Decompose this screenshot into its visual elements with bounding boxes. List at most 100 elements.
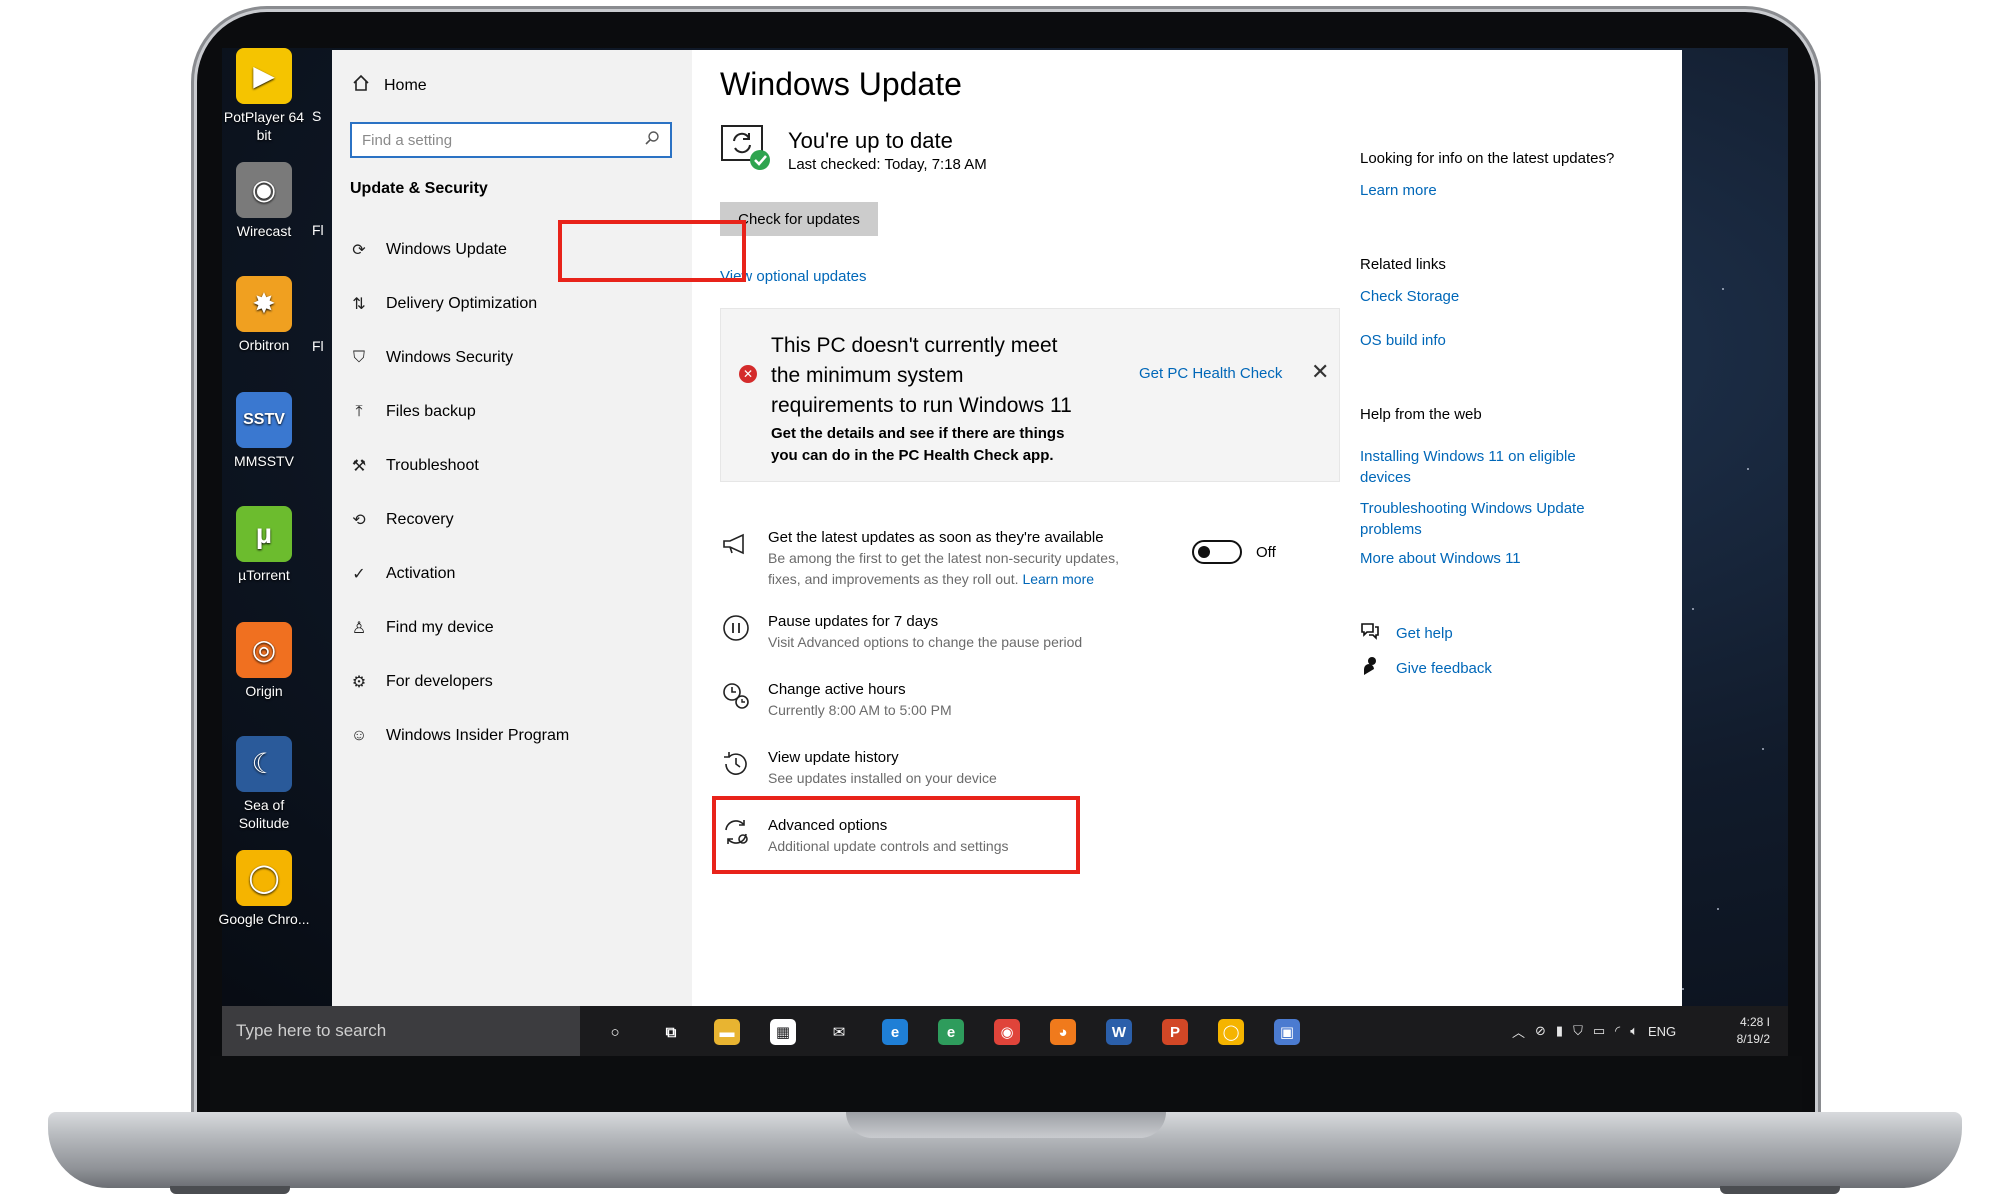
desktop-icon-label: µTorrent	[238, 567, 290, 583]
sidebar-item-windows-update[interactable]: ⟳ Windows Update	[350, 230, 507, 270]
option-pause-updates-for-7-days[interactable]: Pause updates for 7 days Visit Advanced o…	[720, 612, 1228, 653]
person-icon: ♙	[351, 620, 367, 637]
desktop-icon[interactable]: SSTV MMSSTV	[218, 392, 310, 470]
toggle-track[interactable]	[1192, 540, 1242, 564]
desktop-icon[interactable]: ◉ Wirecast	[218, 162, 310, 240]
file-explorer-icon[interactable]: ▬	[714, 1019, 740, 1045]
highlight-box-advanced-options	[712, 796, 1080, 874]
laptop-foot-right	[1720, 1186, 1840, 1194]
pause-icon	[720, 612, 752, 644]
give-feedback-row[interactable]: Give feedback	[1360, 656, 1492, 681]
desktop-icon[interactable]: ✸ Orbitron	[218, 276, 310, 354]
option-learn-more-link[interactable]: Learn more	[1022, 571, 1094, 587]
nav-home[interactable]: Home	[352, 74, 427, 97]
option-change-active-hours[interactable]: Change active hours Currently 8:00 AM to …	[720, 680, 1228, 721]
chrome-icon[interactable]: ◉	[994, 1019, 1020, 1045]
nav-home-label: Home	[384, 76, 427, 94]
get-pc-health-check-link[interactable]: Get PC Health Check	[1139, 365, 1282, 382]
sidebar-item-troubleshoot[interactable]: ⚒ Troubleshoot	[350, 446, 479, 486]
battery-icon[interactable]: ▭	[1593, 1023, 1605, 1039]
delivery-icon: ⇅	[352, 296, 366, 313]
desktop-icon-label: Orbitron	[238, 337, 290, 353]
cortana-icon[interactable]: ○	[602, 1019, 628, 1045]
option-title: Change active hours	[768, 681, 906, 698]
laptop-chin	[210, 1056, 1802, 1112]
taskbar-clock[interactable]: 4:28 I 8/19/2	[1737, 1014, 1770, 1048]
desktop-icon[interactable]: µ µTorrent	[218, 506, 310, 584]
highlight-box-windows-update	[558, 220, 746, 282]
option-title: View update history	[768, 749, 899, 766]
os-build-info-link[interactable]: OS build info	[1360, 330, 1630, 351]
sidebar-item-label: Recovery	[386, 511, 454, 528]
powerpoint-icon[interactable]: P	[1162, 1019, 1188, 1045]
check-storage-link[interactable]: Check Storage	[1360, 286, 1630, 307]
sidebar-item-label: Files backup	[386, 403, 476, 420]
get-help-link[interactable]: Get help	[1396, 625, 1453, 642]
taskbar: Type here to search ○ ⧉ ▬ ▦ ✉ e e ◉ ◕ W P ◯ ▣ ︿ ⊘ ▮ …	[222, 1006, 1788, 1056]
remote-desktop-icon[interactable]: ▣	[1274, 1019, 1300, 1045]
firefox-icon[interactable]: ◕	[1050, 1019, 1076, 1045]
microphone-icon[interactable]: ▮	[1556, 1023, 1563, 1039]
get-help-row[interactable]: Get help	[1360, 622, 1453, 645]
sidebar-item-activation[interactable]: ✓ Activation	[350, 554, 455, 594]
chrome-canary-icon[interactable]: ◯	[1218, 1019, 1244, 1045]
more-about-windows11-link[interactable]: More about Windows 11	[1360, 548, 1630, 569]
volume-icon[interactable]: 🔈︎	[1630, 1023, 1638, 1039]
help-from-web-title: Help from the web	[1360, 406, 1482, 423]
sidebar-item-find-my-device[interactable]: ♙ Find my device	[350, 608, 494, 648]
wifi-icon[interactable]: ◜	[1615, 1023, 1620, 1039]
sidebar-item-files-backup[interactable]: ⤒ Files backup	[350, 392, 476, 432]
search-input[interactable]: Find a setting	[350, 122, 672, 158]
clock-time: 4:28 I	[1739, 1015, 1770, 1029]
related-links-title: Related links	[1360, 256, 1446, 273]
security-tray-icon[interactable]: ⛉	[1573, 1023, 1583, 1039]
desktop-icon[interactable]: ☾ Sea of Solitude	[218, 736, 310, 832]
option-get-the-latest-updates-as-soon-as-they-r[interactable]: Get the latest updates as soon as they'r…	[720, 528, 1148, 590]
give-feedback-link[interactable]: Give feedback	[1396, 660, 1492, 677]
close-icon[interactable]: ✕	[1311, 359, 1329, 385]
sidebar-item-for-developers[interactable]: ⚙ For developers	[350, 662, 493, 702]
app-icon: µ	[236, 506, 292, 562]
laptop-notch	[846, 1112, 1166, 1138]
desktop-partial-label: Fl	[312, 222, 324, 238]
taskbar-search-input[interactable]: Type here to search	[222, 1006, 580, 1056]
clock-date: 8/19/2	[1736, 1032, 1770, 1046]
troubleshooting-update-link[interactable]: Troubleshooting Windows Update problems	[1360, 498, 1630, 540]
toggle-knob	[1198, 546, 1210, 558]
option-title: Get the latest updates as soon as they'r…	[768, 529, 1104, 546]
desktop-icon[interactable]: ▶ PotPlayer 64 bit	[218, 48, 310, 144]
chevron-up-icon[interactable]: ︿	[1512, 1022, 1525, 1041]
option-description-text: Visit Advanced options to change the pau…	[768, 634, 1083, 650]
sidebar-item-recovery[interactable]: ⟲ Recovery	[350, 500, 454, 540]
sidebar-item-windows-security[interactable]: ⛉ Windows Security	[350, 338, 513, 378]
network-status-icon[interactable]: ⊘	[1535, 1023, 1546, 1039]
sidebar-item-delivery-optimization[interactable]: ⇅ Delivery Optimization	[350, 284, 537, 324]
store-icon[interactable]: ▦	[770, 1019, 796, 1045]
option-description-text: Currently 8:00 AM to 5:00 PM	[768, 702, 952, 718]
edge-icon[interactable]: e	[882, 1019, 908, 1045]
edge-dev-icon[interactable]: e	[938, 1019, 964, 1045]
language-indicator[interactable]: ENG	[1648, 1024, 1676, 1039]
task-view-icon[interactable]: ⧉	[658, 1019, 684, 1045]
toggle-state-label: Off	[1256, 543, 1276, 561]
sidebar-item-windows-insider-program[interactable]: ☺ Windows Insider Program	[350, 716, 569, 756]
installing-windows11-link[interactable]: Installing Windows 11 on eligible device…	[1360, 446, 1630, 488]
latest-updates-toggle[interactable]: Off	[1192, 540, 1276, 564]
desktop-icon[interactable]: ◎ Origin	[218, 622, 310, 700]
app-icon: SSTV	[236, 392, 292, 448]
last-checked-text: Last checked: Today, 7:18 AM	[788, 156, 987, 173]
search-icon	[644, 130, 660, 150]
option-view-update-history[interactable]: View update history See updates installed…	[720, 748, 1228, 789]
clock-icon	[720, 680, 752, 712]
desktop-icon-label: Origin	[245, 683, 283, 699]
app-icon: ◯	[236, 850, 292, 906]
word-icon[interactable]: W	[1106, 1019, 1132, 1045]
info-learn-more-link[interactable]: Learn more	[1360, 180, 1630, 201]
home-icon	[352, 74, 370, 97]
mail-icon[interactable]: ✉	[826, 1019, 852, 1045]
sidebar-item-label: Activation	[386, 565, 456, 582]
desktop-icon[interactable]: ◯ Google Chro...	[218, 850, 310, 928]
windows11-requirements-notice: ✕ This PC doesn't currently meet the min…	[720, 308, 1340, 482]
notice-title: This PC doesn't currently meet the minim…	[771, 334, 1072, 417]
recovery-icon: ⟲	[352, 512, 366, 529]
